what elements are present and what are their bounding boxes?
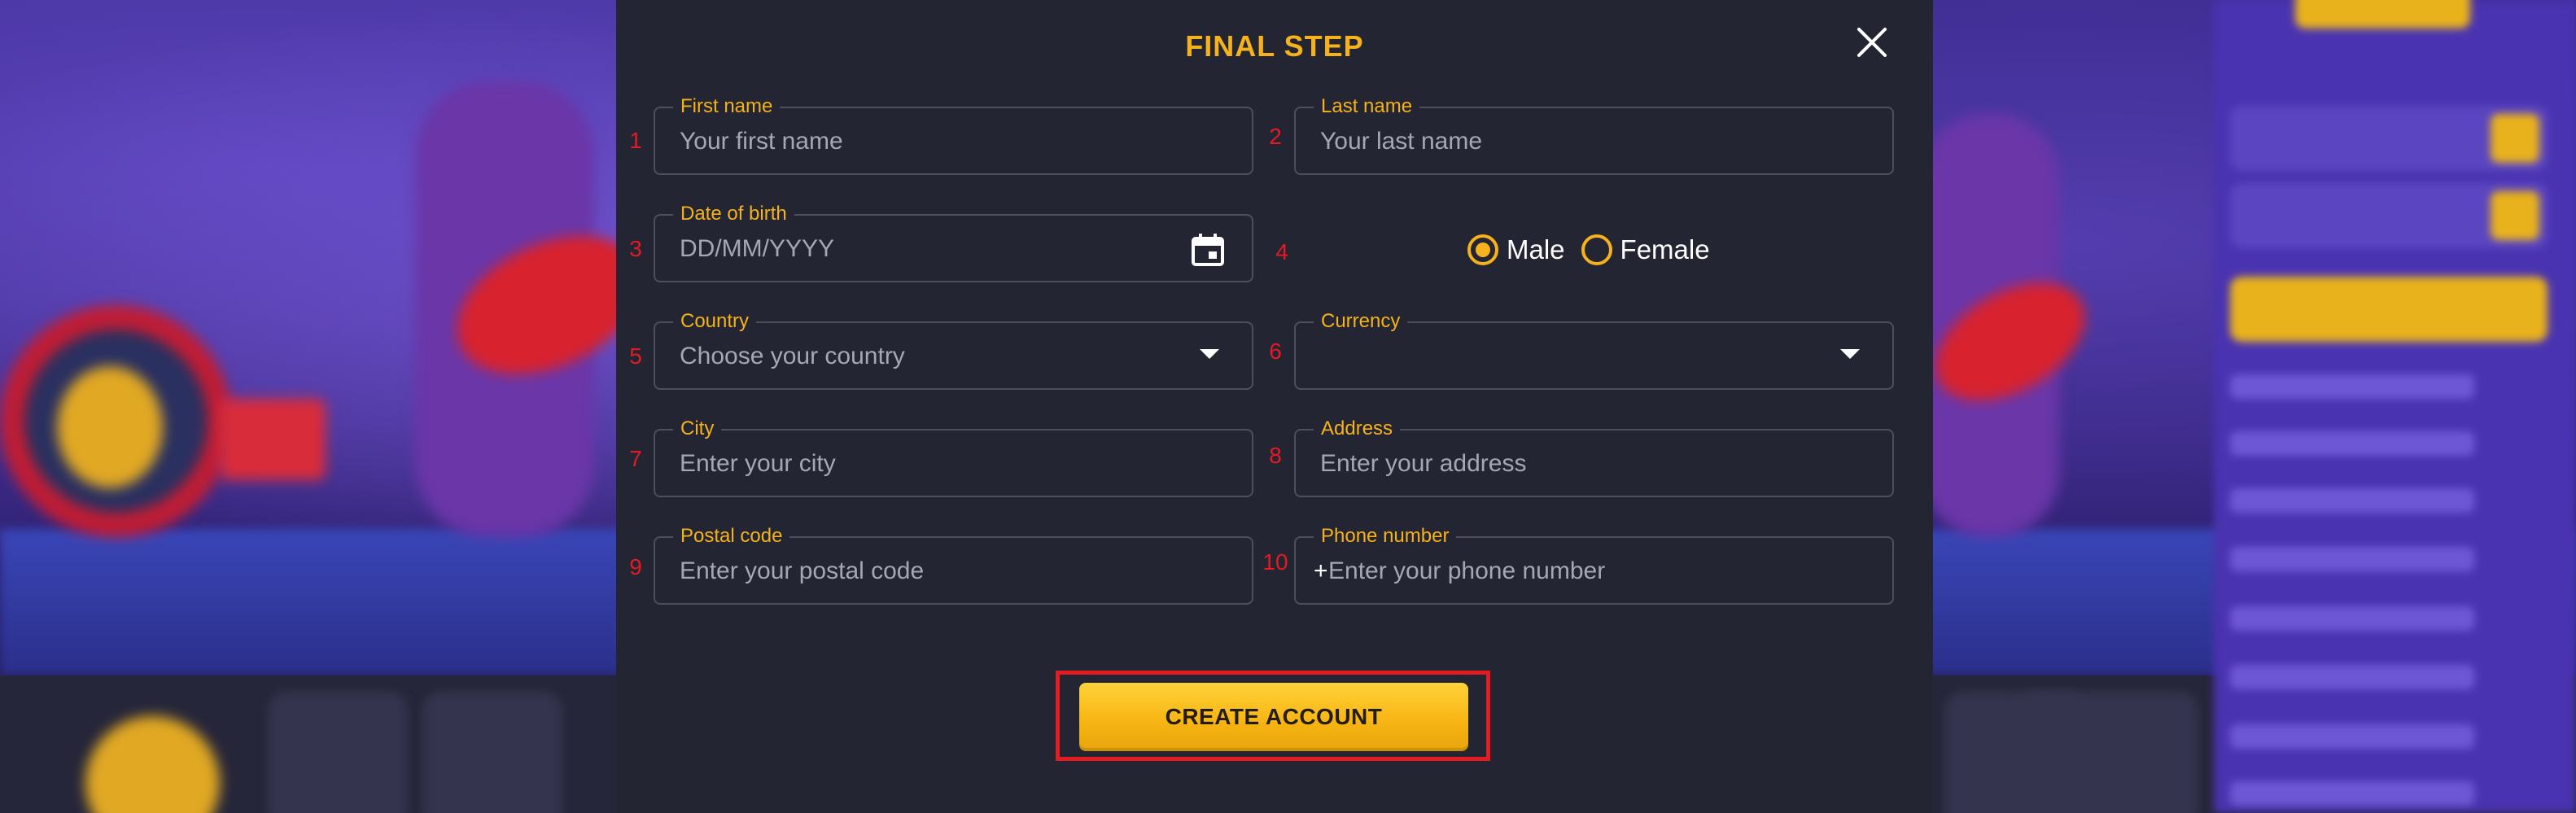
gender-radio-group: Male Female — [1467, 227, 1710, 273]
last-name-field[interactable]: Last name Your last name — [1294, 94, 1894, 175]
deposit-button-shape — [2230, 277, 2548, 342]
field-number-label: 8 — [1269, 443, 1282, 468]
sidebar-menu-line — [2230, 606, 2474, 631]
wallet-row — [2230, 106, 2548, 171]
city-field[interactable]: City Enter your city — [654, 416, 1253, 497]
city-placeholder: Enter your city — [680, 450, 836, 477]
field-number-label: 9 — [629, 554, 642, 579]
phone-prefix: + — [1314, 557, 1328, 584]
gender-label-male: Male — [1507, 234, 1565, 264]
sidebar-backdrop — [2214, 0, 2576, 813]
last-name-placeholder: Your last name — [1320, 128, 1483, 155]
phone-number-field[interactable]: Phone number + Enter your phone number — [1294, 523, 1894, 605]
country-placeholder: Choose your country — [680, 343, 905, 369]
field-number-label: 3 — [629, 236, 642, 261]
create-account-button[interactable]: CREATE ACCOUNT — [1079, 683, 1468, 751]
field-number-label: 10 — [1262, 549, 1288, 575]
radio-dot — [1476, 243, 1490, 257]
sidebar-menu-line — [2230, 547, 2474, 571]
phone-number-label: Phone number — [1314, 523, 1457, 549]
field-number-label: 5 — [629, 343, 642, 369]
sidebar-menu-line — [2230, 665, 2474, 689]
chevron-down-icon[interactable] — [1200, 349, 1219, 359]
chevron-down-icon[interactable] — [1840, 349, 1860, 359]
address-label: Address — [1314, 416, 1401, 442]
first-name-label: First name — [673, 94, 781, 120]
country-label: Country — [673, 308, 757, 334]
sidebar-menu-line — [2230, 374, 2474, 399]
close-icon[interactable] — [1854, 24, 1890, 60]
country-select[interactable]: Country Choose your country — [654, 308, 1253, 390]
postal-code-field[interactable]: Postal code Enter your postal code — [654, 523, 1253, 605]
gender-option-male[interactable]: Male — [1467, 234, 1565, 266]
field-number-label: 6 — [1269, 339, 1282, 364]
date-of-birth-label: Date of birth — [673, 201, 794, 227]
game-tile — [2018, 692, 2198, 813]
field-number-label: 2 — [1269, 124, 1282, 149]
sidebar-menu-line — [2230, 781, 2474, 806]
address-field[interactable]: Address Enter your address — [1294, 416, 1894, 497]
drum-logo-shape — [57, 366, 163, 488]
postal-code-placeholder: Enter your postal code — [680, 557, 925, 584]
calendar-icon[interactable] — [1188, 230, 1227, 269]
gender-option-female[interactable]: Female — [1581, 234, 1710, 266]
field-number-label: 1 — [629, 128, 642, 153]
field-number-label: 7 — [629, 446, 642, 471]
date-of-birth-field[interactable]: Date of birth DD/MM/YYYY — [654, 201, 1253, 282]
modal-title: FINAL STEP — [1185, 29, 1364, 63]
address-placeholder: Enter your address — [1320, 450, 1527, 477]
wallet-button — [2491, 114, 2539, 163]
gender-label-female: Female — [1620, 234, 1710, 264]
snare-drum-shape — [220, 399, 326, 480]
field-number-label: 4 — [1275, 239, 1288, 264]
game-tile — [423, 692, 562, 813]
level-badge — [2295, 0, 2470, 28]
first-name-placeholder: Your first name — [680, 128, 843, 155]
radio-button-selected[interactable] — [1467, 234, 1498, 265]
wallet-row — [2230, 183, 2548, 248]
last-name-label: Last name — [1314, 94, 1420, 120]
sidebar-menu-line — [2230, 488, 2474, 513]
postal-code-label: Postal code — [673, 523, 790, 549]
wallet-button — [2491, 191, 2539, 240]
currency-select[interactable]: Currency — [1294, 308, 1894, 390]
currency-label: Currency — [1314, 308, 1408, 334]
phone-number-placeholder: Enter your phone number — [1328, 557, 1606, 584]
sidebar-menu-line — [2230, 724, 2474, 749]
city-label: City — [673, 416, 722, 442]
first-name-field[interactable]: First name Your first name — [654, 94, 1253, 175]
date-of-birth-placeholder: DD/MM/YYYY — [680, 235, 835, 262]
radio-button[interactable] — [1581, 234, 1612, 265]
game-tile — [269, 692, 407, 813]
sidebar-menu-line — [2230, 431, 2474, 456]
